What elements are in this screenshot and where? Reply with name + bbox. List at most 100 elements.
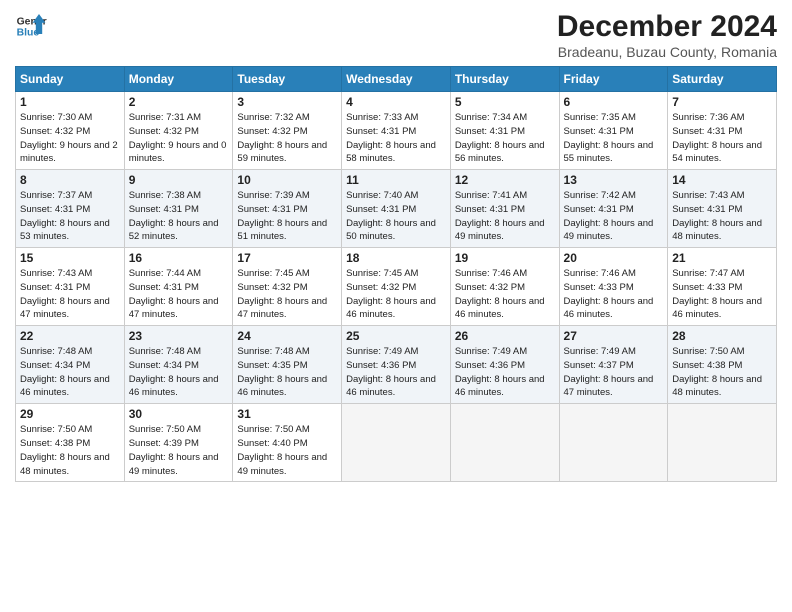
day-cell-28: 28Sunrise: 7:50 AMSunset: 4:38 PMDayligh… (668, 326, 777, 404)
day-number: 12 (455, 173, 555, 187)
weekday-header-thursday: Thursday (450, 67, 559, 92)
day-info: Sunrise: 7:50 AMSunset: 4:38 PMDaylight:… (20, 424, 110, 476)
weekday-header-wednesday: Wednesday (342, 67, 451, 92)
day-number: 21 (672, 251, 772, 265)
day-cell-9: 9 Sunrise: 7:38 AMSunset: 4:31 PMDaylight… (124, 170, 233, 248)
day-info: Sunrise: 7:41 AMSunset: 4:31 PMDaylight:… (455, 190, 545, 242)
week-row-5: 29 Sunrise: 7:50 AMSunset: 4:38 PMDayligh… (16, 404, 777, 482)
day-number: 22 (20, 329, 120, 343)
weekday-header-friday: Friday (559, 67, 668, 92)
day-cell-23: 23 Sunrise: 7:48 AMSunset: 4:34 PMDayligh… (124, 326, 233, 404)
day-info: Sunrise: 7:44 AMSunset: 4:31 PMDaylight:… (129, 268, 219, 320)
day-cell-19: 19 Sunrise: 7:46 AMSunset: 4:32 PMDayligh… (450, 248, 559, 326)
day-number: 8 (20, 173, 120, 187)
logo: General Blue (15, 10, 47, 42)
day-cell-17: 17 Sunrise: 7:45 AMSunset: 4:32 PMDayligh… (233, 248, 342, 326)
calendar-table: SundayMondayTuesdayWednesdayThursdayFrid… (15, 66, 777, 482)
day-cell-13: 13Sunrise: 7:42 AMSunset: 4:31 PMDayligh… (559, 170, 668, 248)
calendar-header: SundayMondayTuesdayWednesdayThursdayFrid… (16, 67, 777, 92)
day-number: 2 (129, 95, 229, 109)
day-info: Sunrise: 7:50 AMSunset: 4:40 PMDaylight:… (237, 424, 327, 476)
day-info: Sunrise: 7:49 AMSunset: 4:36 PMDaylight:… (346, 346, 436, 398)
day-cell-24: 24Sunrise: 7:48 AMSunset: 4:35 PMDayligh… (233, 326, 342, 404)
day-number: 5 (455, 95, 555, 109)
day-cell-12: 12 Sunrise: 7:41 AMSunset: 4:31 PMDayligh… (450, 170, 559, 248)
day-info: Sunrise: 7:45 AMSunset: 4:32 PMDaylight:… (346, 268, 436, 320)
day-cell-6: 6 Sunrise: 7:35 AMSunset: 4:31 PMDaylight… (559, 92, 668, 170)
day-number: 30 (129, 407, 229, 421)
day-number: 18 (346, 251, 446, 265)
day-number: 25 (346, 329, 446, 343)
day-info: Sunrise: 7:46 AMSunset: 4:33 PMDaylight:… (564, 268, 654, 320)
day-cell-29: 29 Sunrise: 7:50 AMSunset: 4:38 PMDayligh… (16, 404, 125, 482)
day-number: 16 (129, 251, 229, 265)
day-info: Sunrise: 7:46 AMSunset: 4:32 PMDaylight:… (455, 268, 545, 320)
day-cell-5: 5 Sunrise: 7:34 AMSunset: 4:31 PMDaylight… (450, 92, 559, 170)
day-number: 19 (455, 251, 555, 265)
day-number: 9 (129, 173, 229, 187)
day-cell-11: 11 Sunrise: 7:40 AMSunset: 4:31 PMDayligh… (342, 170, 451, 248)
day-info: Sunrise: 7:32 AMSunset: 4:32 PMDaylight:… (237, 112, 327, 164)
day-info: Sunrise: 7:40 AMSunset: 4:31 PMDaylight:… (346, 190, 436, 242)
day-info: Sunrise: 7:38 AMSunset: 4:31 PMDaylight:… (129, 190, 219, 242)
day-number: 20 (564, 251, 664, 265)
day-cell-26: 26 Sunrise: 7:49 AMSunset: 4:36 PMDayligh… (450, 326, 559, 404)
day-info: Sunrise: 7:35 AMSunset: 4:31 PMDaylight:… (564, 112, 654, 164)
weekday-header-tuesday: Tuesday (233, 67, 342, 92)
day-number: 1 (20, 95, 120, 109)
day-cell-15: 15 Sunrise: 7:43 AMSunset: 4:31 PMDayligh… (16, 248, 125, 326)
day-cell-22: 22Sunrise: 7:48 AMSunset: 4:34 PMDayligh… (16, 326, 125, 404)
day-number: 29 (20, 407, 120, 421)
day-info: Sunrise: 7:48 AMSunset: 4:35 PMDaylight:… (237, 346, 327, 398)
day-info: Sunrise: 7:48 AMSunset: 4:34 PMDaylight:… (129, 346, 219, 398)
day-number: 6 (564, 95, 664, 109)
day-cell-20: 20 Sunrise: 7:46 AMSunset: 4:33 PMDayligh… (559, 248, 668, 326)
logo-icon: General Blue (15, 10, 47, 42)
day-cell-3: 3 Sunrise: 7:32 AMSunset: 4:32 PMDaylight… (233, 92, 342, 170)
empty-cell (342, 404, 451, 482)
day-cell-27: 27Sunrise: 7:49 AMSunset: 4:37 PMDayligh… (559, 326, 668, 404)
day-info: Sunrise: 7:45 AMSunset: 4:32 PMDaylight:… (237, 268, 327, 320)
empty-cell (559, 404, 668, 482)
day-number: 15 (20, 251, 120, 265)
day-number: 26 (455, 329, 555, 343)
calendar-page: General Blue December 2024 Bradeanu, Buz… (0, 0, 792, 612)
day-info: Sunrise: 7:43 AMSunset: 4:31 PMDaylight:… (20, 268, 110, 320)
day-info: Sunrise: 7:49 AMSunset: 4:37 PMDaylight:… (564, 346, 654, 398)
day-number: 23 (129, 329, 229, 343)
day-cell-10: 10Sunrise: 7:39 AMSunset: 4:31 PMDayligh… (233, 170, 342, 248)
weekday-header-sunday: Sunday (16, 67, 125, 92)
day-number: 11 (346, 173, 446, 187)
day-number: 31 (237, 407, 337, 421)
week-row-4: 22 Sunrise: 7:48 AMSunset: 4:34 PMDayligh… (16, 326, 777, 404)
day-info: Sunrise: 7:36 AMSunset: 4:31 PMDaylight:… (672, 112, 762, 164)
day-info: Sunrise: 7:30 AMSunset: 4:32 PMDaylight:… (20, 112, 118, 164)
day-cell-25: 25 Sunrise: 7:49 AMSunset: 4:36 PMDayligh… (342, 326, 451, 404)
day-info: Sunrise: 7:33 AMSunset: 4:31 PMDaylight:… (346, 112, 436, 164)
empty-cell (668, 404, 777, 482)
day-info: Sunrise: 7:50 AMSunset: 4:39 PMDaylight:… (129, 424, 219, 476)
day-cell-14: 14Sunrise: 7:43 AMSunset: 4:31 PMDayligh… (668, 170, 777, 248)
day-number: 13 (564, 173, 664, 187)
day-info: Sunrise: 7:37 AMSunset: 4:31 PMDaylight:… (20, 190, 110, 242)
main-title: December 2024 (557, 10, 777, 44)
day-info: Sunrise: 7:50 AMSunset: 4:38 PMDaylight:… (672, 346, 762, 398)
day-info: Sunrise: 7:49 AMSunset: 4:36 PMDaylight:… (455, 346, 545, 398)
day-number: 4 (346, 95, 446, 109)
empty-cell (450, 404, 559, 482)
day-info: Sunrise: 7:31 AMSunset: 4:32 PMDaylight:… (129, 112, 227, 164)
week-row-1: 1 Sunrise: 7:30 AMSunset: 4:32 PMDaylight… (16, 92, 777, 170)
day-cell-1: 1 Sunrise: 7:30 AMSunset: 4:32 PMDaylight… (16, 92, 125, 170)
day-info: Sunrise: 7:39 AMSunset: 4:31 PMDaylight:… (237, 190, 327, 242)
weekday-header-row: SundayMondayTuesdayWednesdayThursdayFrid… (16, 67, 777, 92)
day-number: 17 (237, 251, 337, 265)
day-cell-21: 21Sunrise: 7:47 AMSunset: 4:33 PMDayligh… (668, 248, 777, 326)
day-cell-16: 16 Sunrise: 7:44 AMSunset: 4:31 PMDayligh… (124, 248, 233, 326)
day-info: Sunrise: 7:34 AMSunset: 4:31 PMDaylight:… (455, 112, 545, 164)
header: General Blue December 2024 Bradeanu, Buz… (15, 10, 777, 60)
day-number: 3 (237, 95, 337, 109)
weekday-header-monday: Monday (124, 67, 233, 92)
weekday-header-saturday: Saturday (668, 67, 777, 92)
day-cell-30: 30 Sunrise: 7:50 AMSunset: 4:39 PMDayligh… (124, 404, 233, 482)
day-info: Sunrise: 7:43 AMSunset: 4:31 PMDaylight:… (672, 190, 762, 242)
